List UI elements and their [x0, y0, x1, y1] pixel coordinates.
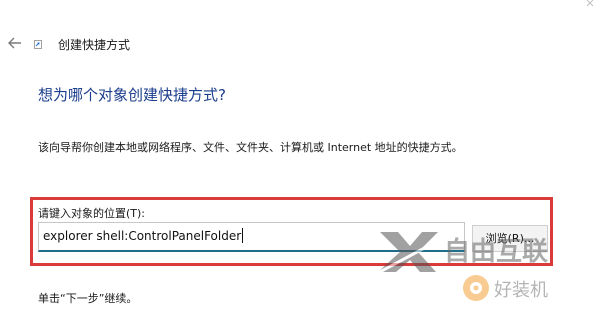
location-input-value: explorer shell:ControlPanelFolder: [43, 229, 242, 243]
location-label: 请键入对象的位置(T):: [38, 207, 146, 220]
browse-button[interactable]: 浏览(R)...: [472, 225, 548, 252]
shortcut-icon: [34, 40, 42, 49]
page-title: 想为哪个对象创建快捷方式?: [38, 86, 226, 104]
window-edge-icon: [586, 0, 594, 7]
text-caret: [242, 228, 244, 243]
window-title: 创建快捷方式: [58, 38, 131, 52]
back-arrow-icon[interactable]: [7, 35, 23, 51]
location-input[interactable]: explorer shell:ControlPanelFolder: [38, 222, 465, 252]
wizard-description: 该向导帮你创建本地或网络程序、文件、文件夹、计算机或 Internet 地址的快…: [38, 141, 463, 154]
watermark-sub: 好装机: [494, 280, 548, 301]
next-step-hint: 单击“下一步”继续。: [38, 292, 138, 305]
